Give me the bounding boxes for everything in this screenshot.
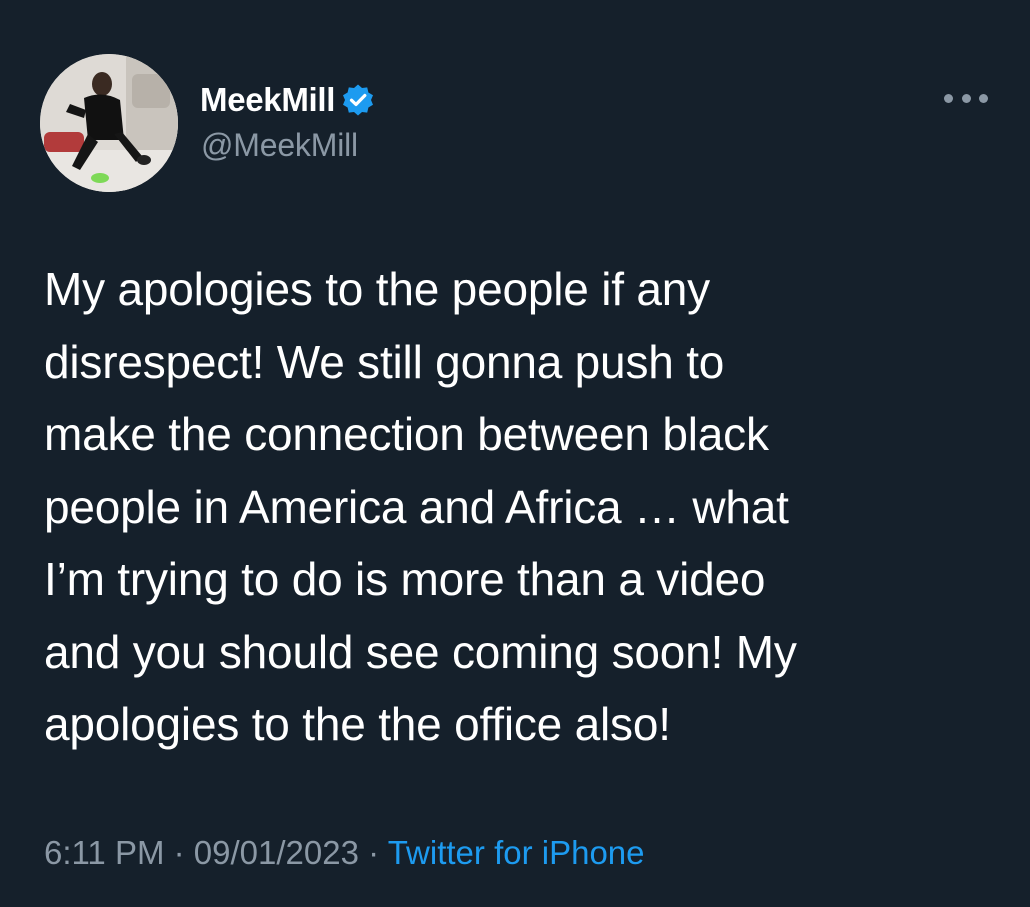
tweet-time[interactable]: 6:11 PM	[44, 834, 164, 871]
author-display-name[interactable]: MeekMill	[200, 81, 335, 119]
tweet-text-line: make the connection between black	[44, 408, 769, 460]
verified-badge-icon	[341, 83, 375, 117]
tweet-text-line: disrespect! We still gonna push to	[44, 335, 725, 388]
tweet-text: My apologies to the people if any disres…	[44, 253, 1004, 761]
tweet-text-line: apologies to the the office also!	[44, 698, 671, 750]
separator: ·	[368, 834, 380, 871]
tweet-metadata: 6:11 PM · 09/01/2023 · Twitter for iPhon…	[44, 834, 645, 872]
dot-icon	[979, 93, 988, 103]
dot-icon	[944, 93, 953, 103]
author-handle[interactable]: @MeekMill	[201, 127, 358, 164]
tweet-source-link[interactable]: Twitter for iPhone	[388, 834, 645, 871]
tweet-text-line: people in America and Africa … what	[44, 480, 789, 533]
more-options-icon[interactable]	[944, 88, 988, 108]
tweet-date[interactable]: 09/01/2023	[194, 834, 359, 871]
author-row: MeekMill	[200, 78, 375, 122]
tweet-text-line: My apologies to the people if any	[44, 263, 710, 315]
separator: ·	[173, 834, 185, 871]
avatar[interactable]	[40, 54, 178, 192]
dot-icon	[961, 93, 971, 103]
avatar-photo	[40, 54, 178, 192]
tweet-card: MeekMill @MeekMill My apologies to the p…	[0, 0, 1030, 907]
tweet-text-line: and you should see coming soon! My	[44, 625, 797, 678]
tweet-text-line: I’m trying to do is more than a video	[44, 553, 766, 605]
